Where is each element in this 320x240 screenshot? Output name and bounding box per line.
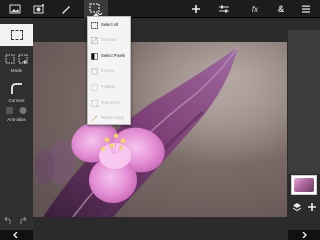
mode-label: Mode (10, 68, 23, 73)
image-canvas[interactable] (33, 42, 287, 217)
select-all-icon (91, 22, 98, 29)
layer-thumbnail[interactable] (291, 175, 317, 195)
collapse-left-panel-button[interactable] (0, 230, 33, 240)
image-icon[interactable] (3, 0, 27, 18)
redo-icon[interactable] (19, 217, 27, 225)
layers-panel (288, 18, 320, 240)
history-controls (0, 214, 33, 228)
add-layer-icon[interactable] (307, 202, 317, 212)
menu-item-feather[interactable]: Feather (88, 81, 132, 94)
menu-item-refine-edge[interactable]: Refine Edge (88, 112, 132, 125)
menu-item-label: Feather (101, 84, 116, 89)
corners-label: Corners (8, 98, 25, 103)
deselect-icon (91, 37, 98, 44)
menu-item-label: Select All (101, 22, 119, 27)
menu-item-label: Transform (101, 100, 120, 105)
menu-item-transform[interactable]: Transform (88, 97, 132, 110)
adjust-icon[interactable] (212, 0, 236, 18)
layers-list (288, 30, 320, 174)
plus-icon[interactable] (184, 0, 208, 18)
chevron-left-icon (13, 232, 18, 238)
more-icon[interactable] (294, 0, 318, 18)
layer-preview-image (294, 178, 314, 192)
layers-icon[interactable] (292, 202, 302, 212)
menu-item-label: Deselect (101, 37, 118, 42)
antialias-icon[interactable] (5, 106, 29, 115)
new-selection-icon[interactable] (5, 54, 15, 64)
menu-item-select-pixels[interactable]: Select Pixels (88, 50, 132, 63)
select-pixels-icon (91, 53, 98, 60)
undo-icon[interactable] (4, 217, 12, 225)
ampersand-icon[interactable]: & (269, 0, 293, 18)
menu-item-inverse[interactable]: Inverse (88, 65, 132, 78)
flower-photo (33, 42, 287, 217)
menu-item-deselect[interactable]: Deselect (88, 34, 132, 47)
collapse-right-panel-button[interactable] (288, 230, 320, 240)
camera-icon[interactable] (27, 0, 51, 18)
marquee-icon (11, 30, 23, 40)
inverse-icon (91, 68, 98, 75)
chevron-right-icon (302, 232, 307, 238)
refine-edge-icon (91, 115, 98, 122)
top-toolbar: fx & (0, 0, 320, 18)
antialias-label: Anti-alias (7, 117, 26, 122)
add-selection-icon[interactable] (18, 54, 28, 64)
selection-menu: Select All Deselect Select Pixels Invers… (87, 16, 131, 125)
fx-icon[interactable]: fx (243, 0, 267, 18)
menu-item-select-all[interactable]: Select All (88, 19, 132, 32)
menu-item-label: Inverse (101, 68, 115, 73)
tool-options-panel: Mode Corners Anti-alias (0, 18, 33, 240)
menu-item-label: Select Pixels (101, 53, 125, 58)
layer-controls (288, 200, 320, 214)
rect-marquee-tool[interactable] (0, 24, 33, 46)
menu-item-label: Refine Edge (101, 115, 125, 120)
feather-icon (91, 84, 98, 91)
corners-icon[interactable] (10, 82, 23, 95)
transform-icon (91, 100, 98, 107)
brush-icon[interactable] (54, 0, 78, 18)
